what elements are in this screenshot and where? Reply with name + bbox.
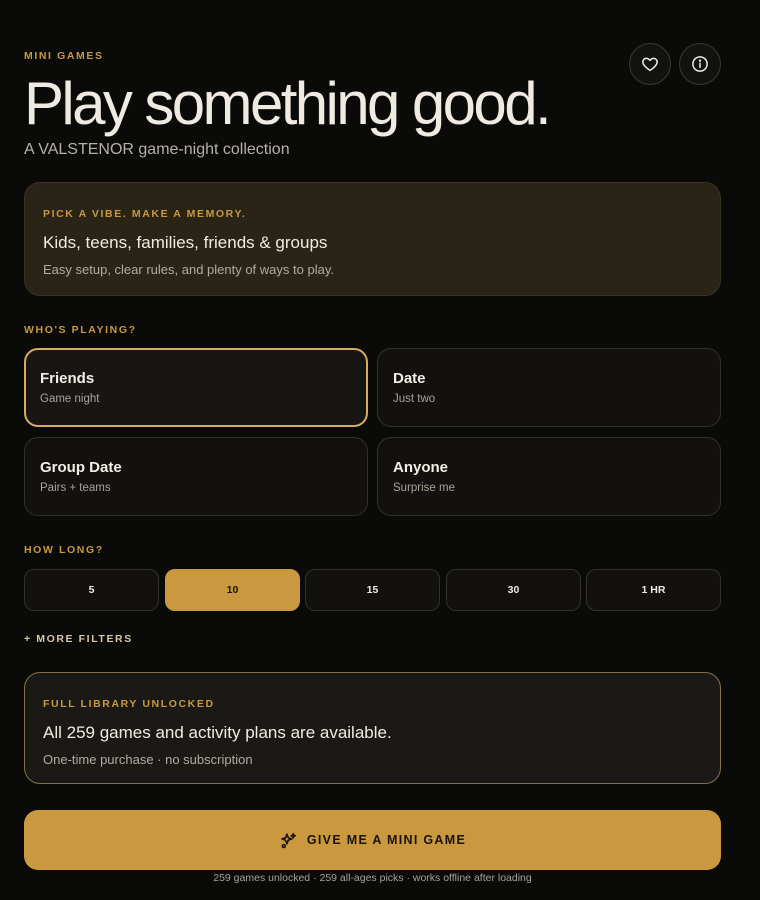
duration-10[interactable]: 10 (165, 569, 300, 611)
header-actions (629, 43, 721, 85)
vibe-description: Easy setup, clear rules, and plenty of w… (43, 262, 334, 277)
option-name: Friends (40, 370, 95, 387)
library-card: FULL LIBRARY UNLOCKED All 259 games and … (24, 672, 721, 784)
sparkles-icon (281, 832, 296, 848)
header-eyebrow: MINI GAMES (24, 50, 104, 62)
duration-5[interactable]: 5 (24, 569, 159, 611)
duration-15[interactable]: 15 (305, 569, 440, 611)
heart-icon (642, 57, 658, 72)
footer-status: 259 games unlocked · 259 all-ages picks … (213, 872, 532, 884)
page-subtitle: A VALSTENOR game-night collection (24, 141, 290, 158)
duration-1-hr[interactable]: 1 HR (586, 569, 721, 611)
info-icon (692, 56, 708, 72)
option-description: Pairs + teams (40, 482, 111, 494)
option-description: Surprise me (393, 482, 455, 494)
how-long-label: HOW LONG? (24, 544, 104, 556)
vibe-headline: Kids, teens, families, friends & groups (43, 233, 328, 252)
vibe-eyebrow: PICK A VIBE. MAKE A MEMORY. (43, 208, 247, 220)
who-playing-label: WHO'S PLAYING? (24, 324, 137, 336)
library-description: One-time purchase · no subscription (43, 752, 253, 767)
duration-30[interactable]: 30 (446, 569, 581, 611)
option-date[interactable]: Date Just two (377, 348, 721, 427)
option-group-date[interactable]: Group Date Pairs + teams (24, 437, 368, 516)
option-anyone[interactable]: Anyone Surprise me (377, 437, 721, 516)
duration-selector: 5 10 15 30 1 HR (24, 569, 721, 611)
option-name: Group Date (40, 459, 122, 476)
more-filters-link[interactable]: + MORE FILTERS (24, 633, 133, 645)
favorite-button[interactable] (629, 43, 671, 85)
option-description: Just two (393, 393, 436, 405)
page-header: MINI GAMES Play something good. A VALSTE… (24, 50, 552, 159)
library-eyebrow: FULL LIBRARY UNLOCKED (43, 698, 215, 710)
option-name: Date (393, 370, 426, 387)
option-name: Anyone (393, 459, 449, 476)
vibe-card: PICK A VIBE. MAKE A MEMORY. Kids, teens,… (24, 182, 721, 296)
option-friends[interactable]: Friends Game night (24, 348, 368, 427)
cta-label: GIVE ME A MINI GAME (306, 833, 467, 847)
info-button[interactable] (679, 43, 721, 85)
page-title: Play something good. (24, 70, 552, 137)
library-headline: All 259 games and activity plans are ava… (43, 723, 392, 742)
give-mini-game-button[interactable]: GIVE ME A MINI GAME (24, 810, 721, 870)
option-description: Game night (40, 393, 100, 405)
